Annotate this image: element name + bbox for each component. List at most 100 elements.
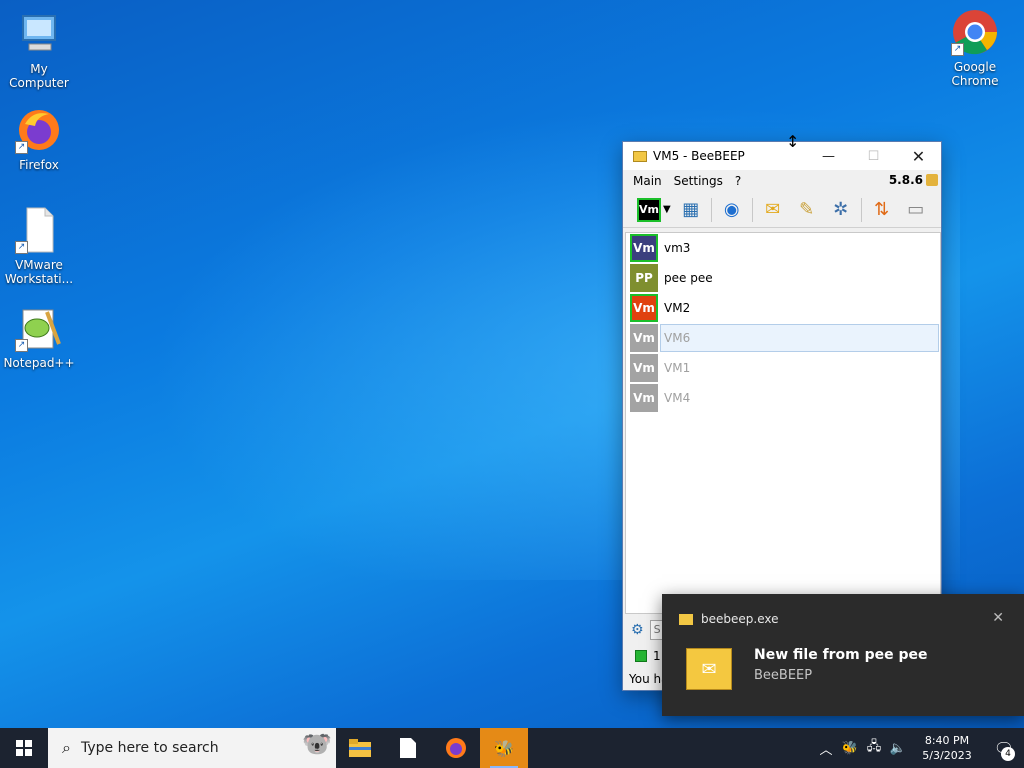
- chrome-icon: ↗: [951, 8, 999, 56]
- toast-notification[interactable]: beebeep.exe ✕ ✉ New file from pee pee Be…: [662, 594, 1024, 716]
- update-icon: [926, 174, 938, 186]
- avatar: Vm: [630, 234, 658, 262]
- maximize-button[interactable]: ☐: [851, 142, 896, 170]
- list-item[interactable]: Vm VM6: [626, 323, 940, 353]
- volume-icon[interactable]: 🔈: [886, 741, 910, 756]
- list-item[interactable]: Vm VM4: [626, 383, 940, 413]
- taskbar-firefox[interactable]: [432, 728, 480, 768]
- network-icon[interactable]: 🖧: [862, 737, 886, 759]
- list-item[interactable]: Vm VM1: [626, 353, 940, 383]
- action-center-button[interactable]: 🗨 4: [984, 728, 1024, 768]
- user-name: VM4: [664, 391, 691, 405]
- message-icon[interactable]: ✉: [759, 196, 787, 224]
- toast-title: New file from pee pee: [754, 647, 928, 663]
- taskbar-notepad[interactable]: [384, 728, 432, 768]
- title-bar[interactable]: VM5 - BeeBEEP — ☐ ✕: [623, 142, 941, 170]
- bee-tray-icon[interactable]: 🐝: [838, 741, 862, 756]
- chevron-down-icon[interactable]: ▼: [663, 204, 671, 215]
- desktop-icon-label: VMware Workstati...: [4, 258, 74, 286]
- firefox-icon: [446, 738, 466, 758]
- chevron-up-icon[interactable]: ︿: [814, 739, 838, 758]
- menu-bar: Main Settings ? 5.8.6: [623, 170, 941, 192]
- toast-header: beebeep.exe: [679, 612, 778, 626]
- clock-date: 5/3/2023: [922, 749, 972, 762]
- notification-count: 4: [1001, 747, 1015, 761]
- menu-settings[interactable]: Settings: [668, 174, 729, 188]
- toast-close-icon[interactable]: ✕: [992, 610, 1004, 626]
- user-name: vm3: [664, 241, 691, 255]
- online-icon: [635, 650, 647, 662]
- search-placeholder: Type here to search: [80, 740, 219, 756]
- toolbar-separator: [751, 197, 753, 222]
- list-item[interactable]: Vm VM2: [626, 293, 940, 323]
- list-item[interactable]: Vm vm3: [626, 233, 940, 263]
- version-label: 5.8.6: [888, 173, 923, 187]
- toolbar: Vm ▼ ▦ ◉ ✉ ✎ ✲ ⇅ ▭: [623, 192, 941, 228]
- folder-icon: [349, 739, 371, 757]
- user-status-button[interactable]: Vm: [637, 197, 661, 222]
- toast-app-name: beebeep.exe: [701, 612, 779, 626]
- bee-icon: 🐝: [494, 738, 514, 758]
- user-name: VM1: [664, 361, 691, 375]
- clock-time: 8:40 PM: [924, 734, 970, 747]
- desktop-icon-firefox[interactable]: ↗ Firefox: [0, 106, 78, 172]
- taskbar-file-explorer[interactable]: [336, 728, 384, 768]
- menu-help[interactable]: ?: [729, 174, 747, 188]
- window-title: VM5 - BeeBEEP: [653, 149, 745, 163]
- desktop-icon-vmware[interactable]: ↗ VMware Workstati...: [0, 206, 78, 286]
- taskbar: ⌕ Type here to search 🐨 🐝 ︿ 🐝 🖧 🔈 8:40 P…: [0, 728, 1024, 768]
- taskbar-beebeep[interactable]: 🐝: [480, 728, 528, 768]
- start-button[interactable]: [0, 728, 48, 768]
- gear-icon[interactable]: ⚙: [631, 622, 644, 638]
- desktop-icon-label: My Computer: [9, 62, 69, 90]
- user-list[interactable]: Vm vm3 PP pee pee Vm VM2 Vm VM6 Vm VM1 V…: [625, 232, 941, 614]
- beebeep-small-icon: [679, 613, 693, 625]
- file-icon: ↗: [15, 206, 63, 254]
- desktop-icon-notepad[interactable]: ↗ Notepad++: [0, 304, 78, 370]
- close-button[interactable]: ✕: [896, 142, 941, 170]
- system-tray: ︿ 🐝 🖧 🔈 8:40 PM 5/3/2023 🗨 4: [814, 728, 1024, 768]
- notepad-icon: ↗: [15, 304, 63, 352]
- minimize-button[interactable]: —: [806, 142, 851, 170]
- desktop-icon-label: Google Chrome: [951, 60, 999, 88]
- user-name: VM2: [664, 301, 691, 315]
- desktop-icon-chrome[interactable]: ↗ Google Chrome: [936, 8, 1014, 88]
- shortcut-arrow-icon: ↗: [951, 43, 964, 56]
- avatar: Vm: [630, 324, 658, 352]
- shortcut-arrow-icon: ↗: [15, 339, 28, 352]
- beebeep-envelope-icon: ✉: [686, 648, 732, 690]
- online-count: 1: [653, 649, 661, 663]
- tools-icon[interactable]: ✲: [827, 196, 855, 224]
- search-icon: ⌕: [62, 738, 71, 757]
- bin-icon[interactable]: ▭: [902, 196, 930, 224]
- network-icon[interactable]: ◉: [718, 196, 746, 224]
- edit-profile-icon[interactable]: ▦: [677, 196, 705, 224]
- taskbar-search[interactable]: ⌕ Type here to search 🐨: [48, 728, 336, 768]
- write-note-icon[interactable]: ✎: [793, 196, 821, 224]
- firefox-icon: ↗: [15, 106, 63, 154]
- toolbar-separator: [710, 197, 712, 222]
- desktop-icon-my-computer[interactable]: My Computer: [0, 10, 78, 90]
- avatar: Vm: [630, 354, 658, 382]
- desktop-icon-label: Firefox: [19, 158, 59, 172]
- shortcut-arrow-icon: ↗: [15, 141, 28, 154]
- user-name: pee pee: [664, 271, 713, 285]
- list-item[interactable]: PP pee pee: [626, 263, 940, 293]
- toolbar-separator: [860, 197, 862, 222]
- avatar: Vm: [630, 294, 658, 322]
- share-file-icon[interactable]: ⇅: [868, 196, 896, 224]
- avatar: PP: [630, 264, 658, 292]
- document-icon: [400, 738, 416, 758]
- computer-icon: [15, 10, 63, 58]
- toast-subtitle: BeeBEEP: [754, 668, 813, 683]
- windows-logo-icon: [16, 740, 32, 756]
- clock[interactable]: 8:40 PM 5/3/2023: [910, 733, 984, 763]
- menu-main[interactable]: Main: [627, 174, 668, 188]
- koala-icon: 🐨: [302, 730, 332, 758]
- resize-cursor-icon: ↕: [786, 132, 800, 151]
- avatar: Vm: [630, 384, 658, 412]
- user-name: VM6: [660, 324, 939, 352]
- desktop-icon-label: Notepad++: [3, 356, 75, 370]
- shortcut-arrow-icon: ↗: [15, 241, 28, 254]
- beebeep-app-icon: [633, 150, 647, 162]
